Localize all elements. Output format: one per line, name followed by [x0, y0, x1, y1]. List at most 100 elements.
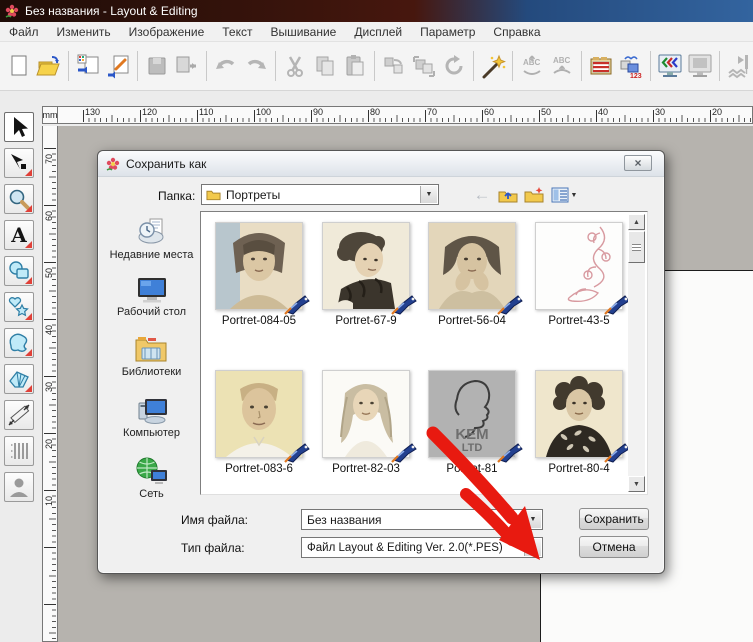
- redo-icon[interactable]: [242, 52, 270, 80]
- stitch-to-block-tool[interactable]: [4, 436, 34, 466]
- menu-edit[interactable]: Изменить: [48, 25, 120, 39]
- point-edit-tool[interactable]: [4, 148, 34, 178]
- folder-dropdown-button[interactable]: ▼: [420, 186, 437, 203]
- filetype-value: Файл Layout & Editing Ver. 2.0(*.PES): [302, 542, 503, 554]
- cancel-button[interactable]: Отмена: [579, 536, 649, 558]
- scrollbar-thumb[interactable]: [628, 231, 645, 263]
- app-flower-icon: [5, 4, 19, 18]
- folder-icon: [206, 188, 221, 201]
- back-button[interactable]: ←: [470, 184, 494, 206]
- folder-combobox[interactable]: Портреты ▼: [201, 184, 439, 205]
- menu-display[interactable]: Дисплей: [345, 25, 411, 39]
- place-libraries[interactable]: Библиотеки: [122, 334, 182, 379]
- manual-punch-tool[interactable]: [4, 364, 34, 394]
- save-to-card-icon[interactable]: [173, 52, 201, 80]
- solid-view-icon[interactable]: [686, 52, 714, 80]
- file-thumbnail[interactable]: KEM LTD Portret-81: [422, 370, 522, 475]
- menu-file[interactable]: Файл: [0, 25, 48, 39]
- place-computer[interactable]: Компьютер: [123, 395, 180, 440]
- cut-icon[interactable]: [281, 52, 309, 80]
- desktop-icon: [135, 276, 169, 304]
- place-desktop[interactable]: Рабочий стол: [117, 276, 186, 319]
- file-name: Portret-81: [422, 463, 522, 475]
- file-thumbnail[interactable]: Portret-67-9: [316, 222, 416, 327]
- scroll-up-icon: ▲: [633, 219, 640, 226]
- zoom-tool[interactable]: [4, 184, 34, 214]
- scroll-down-icon: ▼: [633, 481, 640, 488]
- text-transform-icon[interactable]: ABC: [548, 52, 576, 80]
- embroidery-file-overlay-icon: [391, 441, 418, 463]
- paste-icon[interactable]: [341, 52, 369, 80]
- toolbar-separator: [68, 51, 69, 81]
- places-bar: Недавние места Рабочий стол Библиотеки: [104, 207, 199, 557]
- network-icon: [135, 456, 169, 486]
- save-icon[interactable]: [143, 52, 171, 80]
- realistic-view-icon[interactable]: [656, 52, 684, 80]
- dialog-close-button[interactable]: ×: [624, 155, 652, 171]
- outline-shapes-tool[interactable]: [4, 292, 34, 322]
- stitch-simulator-icon[interactable]: [725, 52, 753, 80]
- file-thumbnail[interactable]: Portret-43-5: [529, 222, 629, 327]
- new-page-icon[interactable]: [5, 52, 33, 80]
- menu-image[interactable]: Изображение: [120, 25, 214, 39]
- window-title: Без названия - Layout & Editing: [25, 4, 198, 18]
- text-tool[interactable]: A: [4, 220, 34, 250]
- tool-flyout-marker: [25, 169, 32, 176]
- tool-flyout-marker: [25, 349, 32, 356]
- group-icon[interactable]: [410, 52, 438, 80]
- save-button[interactable]: Сохранить: [579, 508, 649, 530]
- duplicate-icon[interactable]: [380, 52, 408, 80]
- place-recent[interactable]: Недавние места: [110, 217, 194, 262]
- import-design-icon[interactable]: [74, 52, 102, 80]
- portrait-tool[interactable]: [4, 472, 34, 502]
- menu-option[interactable]: Параметр: [411, 25, 484, 39]
- copy-icon[interactable]: [311, 52, 339, 80]
- thread-palette-icon[interactable]: [587, 52, 615, 80]
- measure-tool[interactable]: [4, 400, 34, 430]
- undo-icon[interactable]: [212, 52, 240, 80]
- dialog-flower-icon: [106, 157, 120, 171]
- view-menu-button[interactable]: ▼: [548, 184, 580, 206]
- menu-sew[interactable]: Вышивание: [261, 25, 345, 39]
- image-to-stitch-wizard-icon[interactable]: [479, 52, 507, 80]
- export-design-icon[interactable]: [104, 52, 132, 80]
- file-name: Portret-083-6: [209, 463, 309, 475]
- toolbar-separator: [581, 51, 582, 81]
- filetype-combobox[interactable]: Файл Layout & Editing Ver. 2.0(*.PES) ▼: [301, 537, 543, 558]
- freehand-shape-tool[interactable]: [4, 328, 34, 358]
- file-thumbnail[interactable]: Portret-80-4: [529, 370, 629, 475]
- folder-value: Портреты: [221, 188, 280, 202]
- folder-label: Папка:: [158, 189, 195, 203]
- filename-combobox[interactable]: Без названия ▼: [301, 509, 543, 530]
- new-folder-button[interactable]: [522, 184, 546, 206]
- embroidery-file-overlay-icon: [604, 293, 631, 315]
- toolbar-separator: [650, 51, 651, 81]
- file-thumbnail[interactable]: Portret-82-03: [316, 370, 416, 475]
- embroidery-file-overlay-icon: [284, 293, 311, 315]
- place-network[interactable]: Сеть: [135, 456, 169, 501]
- file-thumbnail[interactable]: Portret-56-04: [422, 222, 522, 327]
- menu-text[interactable]: Текст: [213, 25, 261, 39]
- up-one-level-button[interactable]: [496, 184, 520, 206]
- menu-help[interactable]: Справка: [484, 25, 549, 39]
- scroll-down-button[interactable]: ▼: [628, 476, 645, 492]
- rotate-icon[interactable]: [440, 52, 468, 80]
- sewing-order-icon[interactable]: 123: [617, 52, 645, 80]
- filename-dropdown-button[interactable]: ▼: [524, 511, 541, 528]
- filetype-dropdown-button[interactable]: ▼: [524, 539, 541, 556]
- basic-shapes-tool[interactable]: [4, 256, 34, 286]
- embroidery-file-overlay-icon: [391, 293, 418, 315]
- file-thumbnail[interactable]: Portret-084-05: [209, 222, 309, 327]
- text-fit-arc-icon[interactable]: ABC: [518, 52, 546, 80]
- open-file-icon[interactable]: [35, 52, 63, 80]
- select-tool[interactable]: [4, 112, 34, 142]
- svg-text:ABC: ABC: [553, 56, 571, 65]
- kem-logo-subtext: LTD: [462, 442, 483, 454]
- ruler-unit-box: mm: [42, 106, 58, 124]
- file-list-scrollbar[interactable]: ▲ ▼: [628, 214, 645, 492]
- file-thumbnail[interactable]: Portret-083-6: [209, 370, 309, 475]
- file-list: Portret-084-05: [200, 211, 648, 495]
- tool-flyout-marker: [25, 313, 32, 320]
- scroll-up-button[interactable]: ▲: [628, 214, 645, 230]
- toolbar-separator: [206, 51, 207, 81]
